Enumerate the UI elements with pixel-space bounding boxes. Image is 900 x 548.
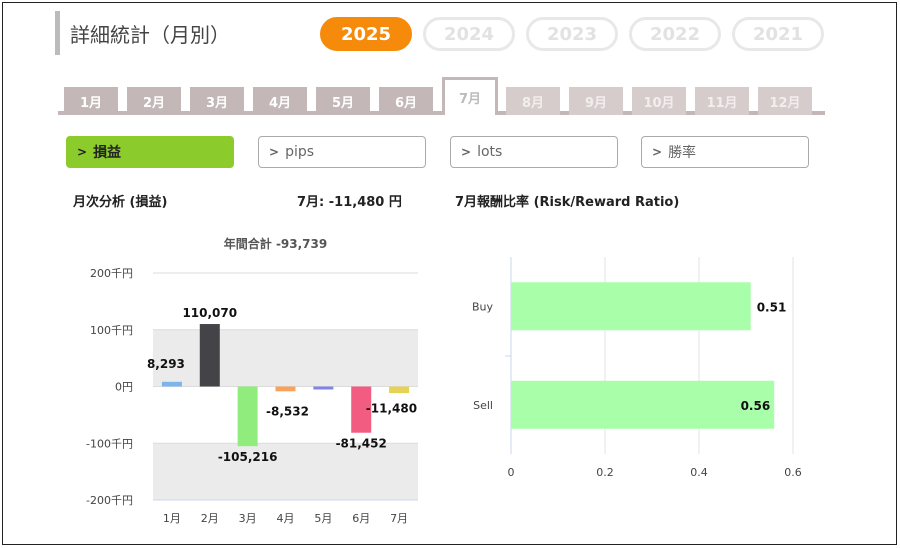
bar-buy [511, 282, 751, 331]
risk-reward-chart: 0 0.2 0.4 0.6 Buy 0.51 Sell 0.56 [472, 257, 802, 479]
tab-jan[interactable]: 1月 [64, 87, 118, 115]
chart-title: 年間合計 -93,739 [224, 236, 327, 251]
x-tick-label: 1月 [163, 512, 181, 525]
tab-aug[interactable]: 8月 [506, 87, 560, 115]
x-tick-label: 3月 [239, 512, 257, 525]
data-label: -11,480 [366, 402, 417, 416]
tab-mar[interactable]: 3月 [190, 87, 244, 115]
tab-apr[interactable]: 4月 [253, 87, 307, 115]
data-label: -81,452 [336, 437, 387, 451]
data-label: 0.51 [757, 300, 787, 314]
tab-nov[interactable]: 11月 [695, 87, 749, 115]
bar-4 [275, 386, 296, 392]
x-tick-label: 6月 [352, 512, 370, 525]
metric-winrate-button[interactable]: > 勝率 [641, 136, 809, 168]
page-title: 詳細統計（月別） [70, 22, 230, 47]
bar-1 [161, 381, 182, 387]
x-tick-label: 2月 [201, 512, 219, 525]
plot-band [153, 443, 418, 500]
right-panel-heading: 7月報酬比率 (Risk/Reward Ratio) [455, 195, 680, 210]
y-tick-label: -100千円 [86, 437, 133, 450]
metric-pnl-button[interactable]: > 損益 [66, 136, 234, 168]
year-2025-button[interactable]: 2025 [320, 17, 412, 51]
page-header: 詳細統計（月別） [55, 11, 230, 55]
bar-3 [237, 386, 258, 447]
x-tick-label: 0 [508, 466, 515, 479]
monthly-pnl-chart: 年間合計 -93,739 200千円 100千円 0円 -100千円 -200千円 1月 8,… [86, 236, 418, 525]
year-2024-button[interactable]: 2024 [423, 17, 515, 51]
metric-lots-button[interactable]: > lots [450, 136, 618, 168]
bar-5 [313, 386, 334, 390]
bar-2 [199, 324, 220, 387]
tab-feb[interactable]: 2月 [127, 87, 181, 115]
data-label: 110,070 [182, 306, 237, 320]
metric-pips-label: pips [285, 144, 315, 160]
metric-pnl-label: 損益 [93, 145, 122, 161]
tab-jun[interactable]: 6月 [379, 87, 433, 115]
x-tick-label: 0.6 [784, 466, 802, 479]
x-tick-label: 7月 [390, 512, 408, 525]
y-tick-label: 0円 [115, 381, 133, 394]
y-tick-label: 100千円 [90, 324, 133, 337]
metric-lots-label: lots [477, 144, 503, 160]
plot-band [153, 329, 418, 387]
tab-may[interactable]: 5月 [316, 87, 370, 115]
y-tick-label: 200千円 [90, 267, 133, 280]
tab-oct[interactable]: 10月 [632, 87, 686, 115]
chevron-right-icon: > [269, 145, 280, 159]
left-panel-summary: 7月: -11,480 円 [297, 195, 402, 210]
x-tick-label: 4月 [277, 512, 295, 525]
y-tick-label: Sell [473, 399, 493, 412]
x-tick-label: 0.4 [690, 466, 708, 479]
metric-pips-button[interactable]: > pips [258, 136, 426, 168]
y-tick-label: Buy [472, 300, 494, 313]
y-tick-label: -200千円 [86, 494, 133, 507]
x-tick-label: 0.2 [596, 466, 614, 479]
data-label: 0.56 [741, 399, 771, 413]
data-label: -105,216 [218, 450, 278, 464]
data-label: -8,532 [266, 404, 309, 418]
chevron-right-icon: > [461, 145, 472, 159]
month-tabs: 1月 2月 3月 4月 5月 6月 7月 8月 9月 10月 11月 12月 [58, 77, 825, 115]
left-panel-heading: 月次分析 (損益) [73, 195, 168, 210]
x-tick-label: 5月 [314, 512, 332, 525]
tab-sep[interactable]: 9月 [569, 87, 623, 115]
data-label: 8,293 [147, 357, 185, 371]
bar-sell [511, 380, 775, 429]
chevron-right-icon: > [77, 145, 88, 159]
bar-7 [389, 386, 410, 394]
year-2022-button[interactable]: 2022 [629, 17, 721, 51]
year-2021-button[interactable]: 2021 [732, 17, 824, 51]
tab-jul[interactable]: 7月 [442, 77, 498, 115]
page-frame: 詳細統計（月別） 2025 2024 2023 2022 2021 1月 2月 … [2, 2, 897, 545]
year-2023-button[interactable]: 2023 [526, 17, 618, 51]
metric-winrate-label: 勝率 [668, 145, 697, 161]
tab-dec[interactable]: 12月 [758, 87, 812, 115]
chevron-right-icon: > [652, 145, 663, 159]
